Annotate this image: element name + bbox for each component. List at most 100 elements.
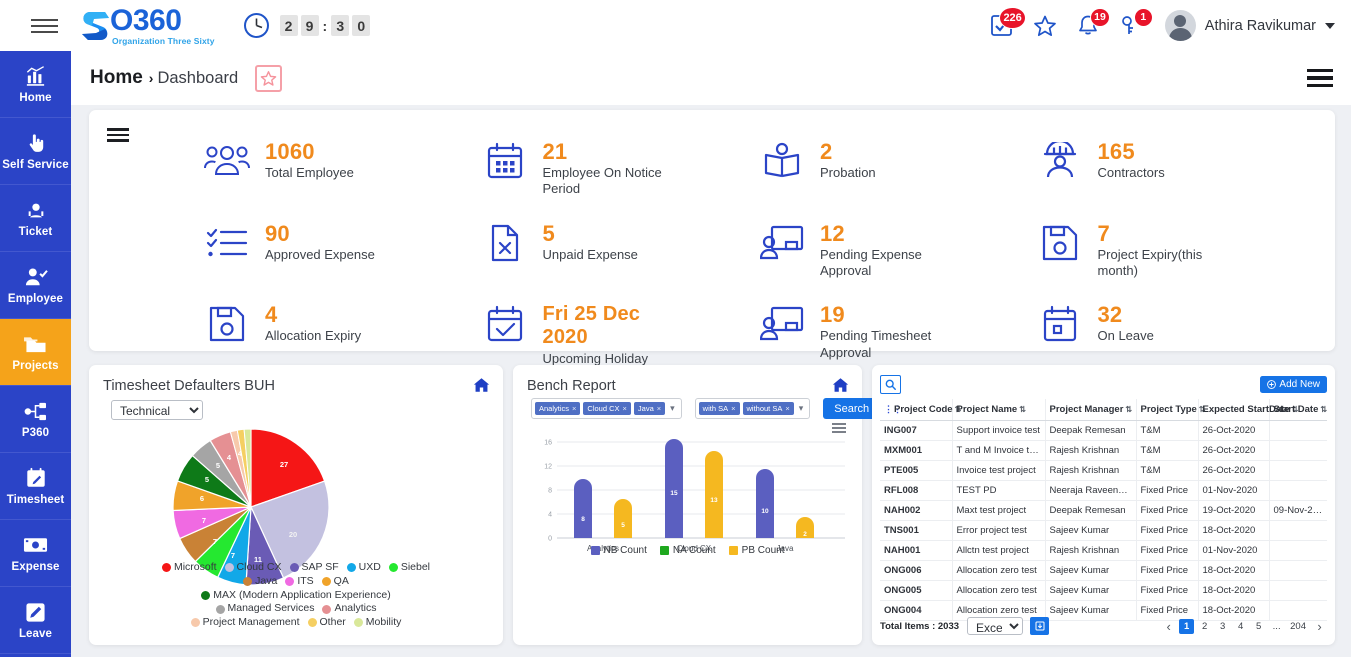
stat-unpaid-expense[interactable]: 5 Unpaid Expense bbox=[482, 220, 760, 280]
grid-grip-icon[interactable]: ⋮⋮ bbox=[884, 404, 892, 415]
stat-on-leave[interactable]: 32 On Leave bbox=[1037, 301, 1315, 367]
filter-tag[interactable]: without SA× bbox=[743, 402, 794, 415]
legend-item[interactable]: SAP SF bbox=[290, 561, 339, 575]
chevron-down-icon[interactable]: ▾ bbox=[670, 403, 675, 414]
sidebar-item-leave[interactable]: Leave bbox=[0, 587, 71, 654]
stat-contractors[interactable]: 165 Contractors bbox=[1037, 138, 1315, 198]
stat-employee-on-notice-period[interactable]: 21 Employee On Notice Period bbox=[482, 138, 760, 198]
cell-project-code[interactable]: MXM001 bbox=[880, 441, 952, 461]
page-button-5[interactable]: 5 bbox=[1251, 619, 1266, 634]
page-button-1[interactable]: 1 bbox=[1179, 619, 1194, 634]
sidebar-item-p360[interactable]: P360 bbox=[0, 386, 71, 453]
stat-pending-expense-approval[interactable]: 12 Pending Expense Approval bbox=[759, 220, 1037, 280]
sidebar-item-ticket[interactable]: Ticket bbox=[0, 185, 71, 252]
legend-item[interactable]: Project Management bbox=[191, 616, 300, 630]
practice-multiselect[interactable]: Analytics× Cloud CX× Java× ▾ bbox=[531, 398, 682, 419]
legend-item[interactable]: MAX (Modern Application Experience) bbox=[201, 589, 390, 603]
legend-item[interactable]: Microsoft bbox=[162, 561, 217, 575]
table-row[interactable]: ONG006 Allocation zero test Sajeev Kumar… bbox=[880, 561, 1327, 581]
cell-project-code[interactable]: ONG005 bbox=[880, 581, 952, 601]
legend-item[interactable]: UXD bbox=[347, 561, 381, 575]
table-row[interactable]: NAH002 Maxt test project Deepak Remesan … bbox=[880, 501, 1327, 521]
legend-item-nb-count[interactable]: NB Count bbox=[591, 545, 647, 556]
column-header-project-manager[interactable]: Project Manager⇅ bbox=[1045, 399, 1136, 421]
home-icon[interactable] bbox=[473, 377, 490, 398]
buh-filter-select[interactable]: Technical bbox=[111, 400, 203, 420]
legend-item[interactable]: Siebel bbox=[389, 561, 430, 575]
stat-allocation-expiry[interactable]: 4 Allocation Expiry bbox=[204, 301, 482, 367]
column-header-project-code[interactable]: ⋮⋮Project Code⇅ bbox=[880, 399, 952, 421]
sidebar-item-employee[interactable]: Employee bbox=[0, 252, 71, 319]
app-logo[interactable]: O360 Organization Three Sixty bbox=[78, 6, 215, 46]
sidebar-item-home[interactable]: Home bbox=[0, 51, 71, 118]
table-row[interactable]: ING007 Support invoice test Deepak Remes… bbox=[880, 421, 1327, 441]
sidebar-item-projects[interactable]: Projects bbox=[0, 319, 71, 386]
page-menu-button[interactable] bbox=[1307, 69, 1333, 88]
sa-multiselect[interactable]: with SA× without SA× ▾ bbox=[695, 398, 811, 419]
column-header-project-type[interactable]: Project Type⇅ bbox=[1136, 399, 1198, 421]
stat-approved-expense[interactable]: 90 Approved Expense bbox=[204, 220, 482, 280]
legend-item[interactable]: Java bbox=[243, 575, 277, 589]
column-header-expected-startdate[interactable]: Expected StartDate⇅ bbox=[1198, 399, 1269, 421]
legend-item[interactable]: Analytics bbox=[322, 602, 376, 616]
legend-item[interactable]: Cloud CX bbox=[225, 561, 282, 575]
cell-project-code[interactable]: NAH001 bbox=[880, 541, 952, 561]
favorite-button[interactable] bbox=[255, 65, 282, 92]
star-icon[interactable] bbox=[1032, 13, 1058, 39]
page-button-4[interactable]: 4 bbox=[1233, 619, 1248, 634]
stat-upcoming-holiday[interactable]: Fri 25 Dec 2020 Upcoming Holiday bbox=[482, 301, 760, 367]
sidebar-item-timesheet[interactable]: Timesheet bbox=[0, 453, 71, 520]
table-row[interactable]: MXM001 T and M Invoice test Rajesh Krish… bbox=[880, 441, 1327, 461]
home-icon[interactable] bbox=[832, 377, 849, 398]
cell-project-code[interactable]: NAH002 bbox=[880, 501, 952, 521]
legend-item[interactable]: QA bbox=[322, 575, 349, 589]
table-row[interactable]: PTE005 Invoice test project Rajesh Krish… bbox=[880, 461, 1327, 481]
stat-probation[interactable]: 2 Probation bbox=[759, 138, 1037, 198]
checkbox-icon[interactable]: 226 bbox=[989, 13, 1015, 39]
chevron-left-icon[interactable]: ‹ bbox=[1161, 619, 1176, 634]
cell-project-code[interactable]: TNS001 bbox=[880, 521, 952, 541]
sidebar-item-expense[interactable]: Expense bbox=[0, 520, 71, 587]
cell-project-code[interactable]: PTE005 bbox=[880, 461, 952, 481]
table-row[interactable]: NAH001 Allctn test project Rajesh Krishn… bbox=[880, 541, 1327, 561]
table-row[interactable]: RFL008 TEST PD Neeraja Raveendran Fixed … bbox=[880, 481, 1327, 501]
page-button-2[interactable]: 2 bbox=[1197, 619, 1212, 634]
bell-icon[interactable]: 19 bbox=[1075, 13, 1101, 39]
filter-tag[interactable]: Java× bbox=[634, 402, 665, 415]
export-format-select[interactable]: Excel bbox=[967, 617, 1023, 635]
legend-item-pb-count[interactable]: PB Count bbox=[729, 545, 785, 556]
chevron-right-icon[interactable]: › bbox=[1312, 619, 1327, 634]
stats-menu-button[interactable] bbox=[107, 128, 129, 142]
column-header-start-date[interactable]: Start Date⇅ bbox=[1269, 399, 1327, 421]
page-button-3[interactable]: 3 bbox=[1215, 619, 1230, 634]
stat-project-expiry[interactable]: 7 Project Expiry(this month) bbox=[1037, 220, 1315, 280]
search-button[interactable] bbox=[880, 375, 901, 394]
legend-item-na-count[interactable]: NA Count bbox=[660, 545, 716, 556]
filter-tag[interactable]: Cloud CX× bbox=[583, 402, 631, 415]
key-icon[interactable]: 1 bbox=[1118, 13, 1144, 39]
table-row[interactable]: ONG005 Allocation zero test Sajeev Kumar… bbox=[880, 581, 1327, 601]
column-header-project-name[interactable]: Project Name⇅ bbox=[952, 399, 1045, 421]
chart-menu-icon[interactable] bbox=[832, 423, 846, 433]
hamburger-icon[interactable] bbox=[18, 19, 70, 33]
stat-total-employee[interactable]: 1060 Total Employee bbox=[204, 138, 482, 198]
legend-item[interactable]: ITS bbox=[285, 575, 313, 589]
breadcrumb-home[interactable]: Home bbox=[90, 67, 143, 89]
cell-project-code[interactable]: ING007 bbox=[880, 421, 952, 441]
legend-item[interactable]: Other bbox=[308, 616, 346, 630]
sidebar-item-self-service[interactable]: Self Service bbox=[0, 118, 71, 185]
download-button[interactable] bbox=[1030, 617, 1049, 635]
chevron-down-icon[interactable]: ▾ bbox=[799, 403, 804, 414]
cell-project-code[interactable]: RFL008 bbox=[880, 481, 952, 501]
filter-tag[interactable]: Analytics× bbox=[535, 402, 580, 415]
legend-item[interactable]: Mobility bbox=[354, 616, 402, 630]
add-new-button[interactable]: Add New bbox=[1260, 376, 1327, 393]
stat-pending-timesheet-approval[interactable]: 19 Pending Timesheet Approval bbox=[759, 301, 1037, 367]
table-row[interactable]: TNS001 Error project test Sajeev Kumar F… bbox=[880, 521, 1327, 541]
page-button-last[interactable]: 204 bbox=[1287, 619, 1309, 634]
filter-tag[interactable]: with SA× bbox=[699, 402, 740, 415]
user-menu[interactable]: Athira Ravikumar bbox=[1165, 10, 1335, 41]
legend-label: Java bbox=[255, 575, 277, 589]
cell-project-code[interactable]: ONG006 bbox=[880, 561, 952, 581]
legend-item[interactable]: Managed Services bbox=[216, 602, 315, 616]
